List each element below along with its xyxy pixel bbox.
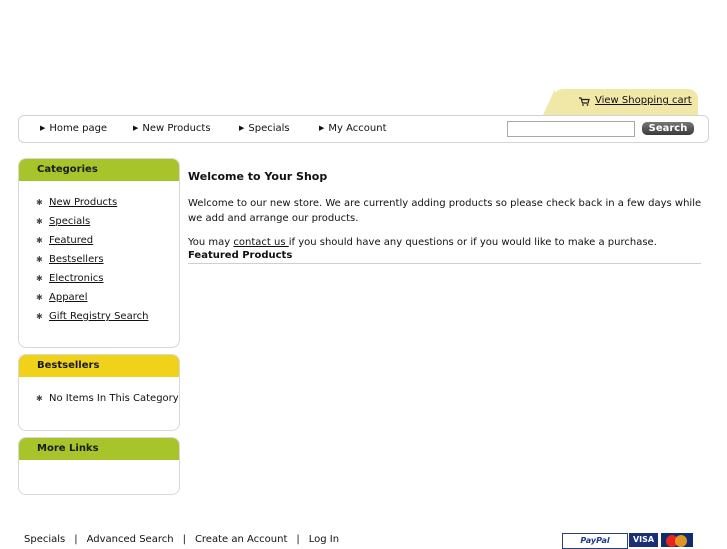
bestseller-item: ✱ No Items In This Category xyxy=(19,389,179,408)
category-link-electronics[interactable]: Electronics xyxy=(49,273,104,284)
category-link-new-products[interactable]: New Products xyxy=(49,197,117,208)
footer-separator: | xyxy=(296,534,300,545)
categories-list: ✱ New Products ✱ Specials ✱ Featured ✱ Bests… xyxy=(19,181,179,326)
shopping-cart-icon xyxy=(579,97,590,109)
arrow-right-icon: ▶ xyxy=(239,124,245,132)
bestsellers-title: Bestsellers xyxy=(19,355,179,377)
categories-box: Categories ✱ New Products ✱ Specials ✱ Feat… xyxy=(18,158,180,348)
nav-item-specials[interactable]: ▶ Specials xyxy=(239,123,290,134)
contact-us-link[interactable]: contact us xyxy=(233,237,288,248)
footer-separator: | xyxy=(182,534,186,545)
featured-products-heading: Featured Products xyxy=(188,250,701,264)
footer-link-create-account[interactable]: Create an Account xyxy=(195,534,287,545)
category-link-featured[interactable]: Featured xyxy=(49,235,93,246)
arrow-right-icon: ▶ xyxy=(40,124,46,132)
category-item: ✱ Featured xyxy=(19,231,179,250)
bullet-icon: ✱ xyxy=(36,312,43,321)
bullet-icon: ✱ xyxy=(36,293,43,302)
category-link-gift-registry-search[interactable]: Gift Registry Search xyxy=(49,311,148,322)
bestsellers-list: ✱ No Items In This Category xyxy=(19,377,179,408)
category-item: ✱ Electronics xyxy=(19,269,179,288)
footer-links: Specials | Advanced Search | Create an Accou… xyxy=(24,534,339,545)
bestseller-empty-text: No Items In This Category xyxy=(49,393,179,404)
category-link-bestsellers[interactable]: Bestsellers xyxy=(49,254,104,265)
view-shopping-cart-link[interactable]: View Shopping cart xyxy=(595,95,692,106)
bullet-icon: ✱ xyxy=(36,394,43,403)
category-item: ✱ Apparel xyxy=(19,288,179,307)
search-input[interactable] xyxy=(507,121,635,137)
bullet-icon: ✱ xyxy=(36,274,43,283)
category-item: ✱ Specials xyxy=(19,212,179,231)
bullet-icon: ✱ xyxy=(36,217,43,226)
bullet-icon: ✱ xyxy=(36,255,43,264)
arrow-right-icon: ▶ xyxy=(133,124,139,132)
contact-suffix: if you should have any questions or if y… xyxy=(288,237,657,248)
shopping-cart-tab: View Shopping cart xyxy=(543,89,698,115)
bullet-icon: ✱ xyxy=(36,198,43,207)
nav-item-new-products[interactable]: ▶ New Products xyxy=(133,123,211,134)
category-link-specials[interactable]: Specials xyxy=(49,216,90,227)
nav-label: Home page xyxy=(49,123,108,134)
footer-link-specials[interactable]: Specials xyxy=(24,534,65,545)
category-item: ✱ Bestsellers xyxy=(19,250,179,269)
search-button[interactable]: Search xyxy=(642,122,694,135)
nav-label: New Products xyxy=(142,123,211,134)
intro-text: Welcome to our new store. We are current… xyxy=(188,198,702,224)
footer-link-advanced-search[interactable]: Advanced Search xyxy=(87,534,174,545)
bullet-icon: ✱ xyxy=(36,236,43,245)
nav-item-my-account[interactable]: ▶ My Account xyxy=(319,123,387,134)
page-title: Welcome to Your Shop xyxy=(188,170,328,183)
more-links-box: More Links xyxy=(18,437,180,495)
footer-separator: | xyxy=(74,534,78,545)
contact-prefix: You may xyxy=(188,237,234,248)
categories-title: Categories xyxy=(19,159,179,181)
category-item: ✱ Gift Registry Search xyxy=(19,307,179,326)
arrow-right-icon: ▶ xyxy=(319,124,325,132)
main-nav-bar: ▶ Home page ▶ New Products ▶ Specials ▶ My A… xyxy=(18,115,709,143)
more-links-title: More Links xyxy=(19,438,179,460)
nav-label: Specials xyxy=(248,123,290,134)
category-item: ✱ New Products xyxy=(19,193,179,212)
footer-link-log-in[interactable]: Log In xyxy=(309,534,339,545)
bestsellers-box: Bestsellers ✱ No Items In This Category xyxy=(18,354,180,431)
category-link-apparel[interactable]: Apparel xyxy=(49,292,88,303)
nav-label: My Account xyxy=(328,123,387,134)
nav-item-home[interactable]: ▶ Home page xyxy=(40,123,107,134)
paypal-logo: PayPal xyxy=(562,533,628,549)
contact-text: You may contact us if you should have an… xyxy=(188,235,657,250)
